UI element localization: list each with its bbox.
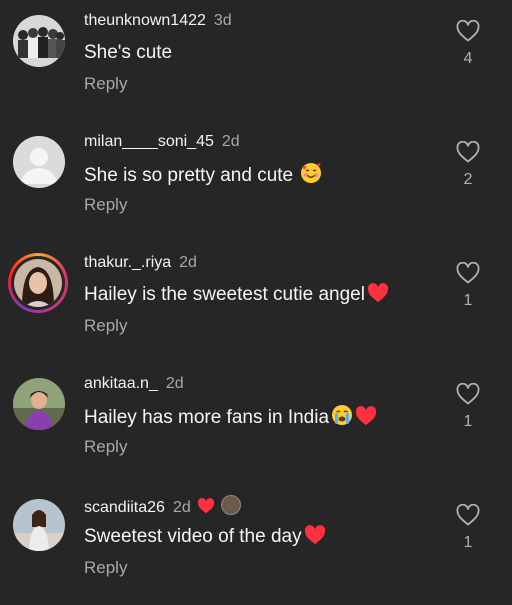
red-heart-icon: [355, 406, 377, 433]
user-photo-avatar-icon: [13, 378, 65, 430]
like-control: 1: [452, 383, 484, 431]
like-count: 1: [463, 534, 473, 551]
creator-avatar-icon: [220, 495, 241, 515]
like-control: 2: [452, 141, 484, 189]
comment-meta: ankitaa.n_ 2d: [84, 374, 184, 394]
comment-body: She is so pretty and cute: [84, 165, 294, 186]
username[interactable]: milan____soni_45: [84, 133, 214, 150]
like-control: 4: [452, 20, 484, 68]
comment-meta: milan____soni_45 2d: [84, 132, 240, 152]
reply-button[interactable]: Reply: [84, 195, 127, 215]
reply-button[interactable]: Reply: [84, 437, 127, 457]
group-photo-avatar-icon: [13, 15, 65, 67]
avatar[interactable]: [13, 378, 65, 430]
heart-outline-icon[interactable]: [456, 504, 480, 526]
user-photo: [14, 259, 62, 307]
like-count: 2: [463, 171, 473, 188]
timestamp: 2d: [172, 499, 191, 516]
like-count: 1: [463, 413, 473, 430]
comment-text: She's cute: [84, 41, 172, 65]
heart-outline-icon[interactable]: [456, 262, 480, 284]
default-user-avatar-icon: [13, 136, 65, 188]
timestamp: 2d: [179, 254, 197, 271]
comment-item: ankitaa.n_ 2d Hailey has more fans in Ind…: [0, 363, 512, 484]
username[interactable]: thakur._.riya: [84, 254, 171, 271]
smiling-face-with-hearts-icon: [300, 162, 322, 191]
comment-meta: thakur._.riya 2d: [84, 253, 197, 273]
crying-face-icon: [331, 404, 353, 433]
heart-outline-icon[interactable]: [456, 141, 480, 163]
comment-body: Sweetest video of the day: [84, 526, 302, 547]
comment-text: Hailey is the sweetest cutie angel: [84, 283, 389, 310]
comment-text: Hailey has more fans in India: [84, 404, 377, 433]
red-heart-icon: [367, 283, 389, 310]
comment-body: Hailey is the sweetest cutie angel: [84, 284, 365, 305]
heart-outline-icon[interactable]: [456, 383, 480, 405]
username[interactable]: theunknown1422: [84, 12, 206, 29]
red-heart-icon: [304, 525, 326, 552]
comment-item: thakur._.riya 2d Hailey is the sweetest c…: [0, 242, 512, 363]
avatar[interactable]: [13, 15, 65, 67]
creator-liked-heart-icon: [197, 498, 215, 520]
comment-body: Hailey has more fans in India: [84, 407, 330, 428]
like-control: 1: [452, 262, 484, 310]
avatar-with-story-ring[interactable]: [8, 253, 68, 313]
comment-text: She is so pretty and cute: [84, 162, 322, 191]
reply-button[interactable]: Reply: [84, 316, 127, 336]
comment-body: She's cute: [84, 42, 173, 63]
username[interactable]: ankitaa.n_: [84, 375, 158, 392]
timestamp: 2d: [165, 375, 184, 392]
comment-meta: scandiita26 2d: [84, 495, 241, 520]
reply-button[interactable]: Reply: [84, 558, 127, 578]
like-count: 1: [463, 292, 473, 309]
avatar[interactable]: [13, 136, 65, 188]
comment-item: scandiita26 2d Sweetest video of the day …: [0, 484, 512, 605]
reply-button[interactable]: Reply: [84, 74, 127, 94]
like-count: 4: [463, 50, 473, 67]
like-control: 1: [452, 504, 484, 552]
story-ring-inner: [11, 256, 65, 310]
timestamp: 2d: [221, 133, 240, 150]
user-photo-avatar-icon: [13, 499, 65, 551]
heart-outline-icon[interactable]: [456, 20, 480, 42]
avatar[interactable]: [13, 499, 65, 551]
username[interactable]: scandiita26: [84, 499, 165, 516]
comment-list: theunknown1422 3d She's cute Reply 4 mila…: [0, 0, 512, 600]
comment-item: theunknown1422 3d She's cute Reply 4: [0, 0, 512, 121]
comment-text: Sweetest video of the day: [84, 525, 326, 552]
story-ring-avatar-icon: [14, 259, 62, 307]
comment-meta: theunknown1422 3d: [84, 11, 232, 31]
timestamp: 3d: [213, 12, 232, 29]
comment-item: milan____soni_45 2d She is so pretty and …: [0, 121, 512, 242]
